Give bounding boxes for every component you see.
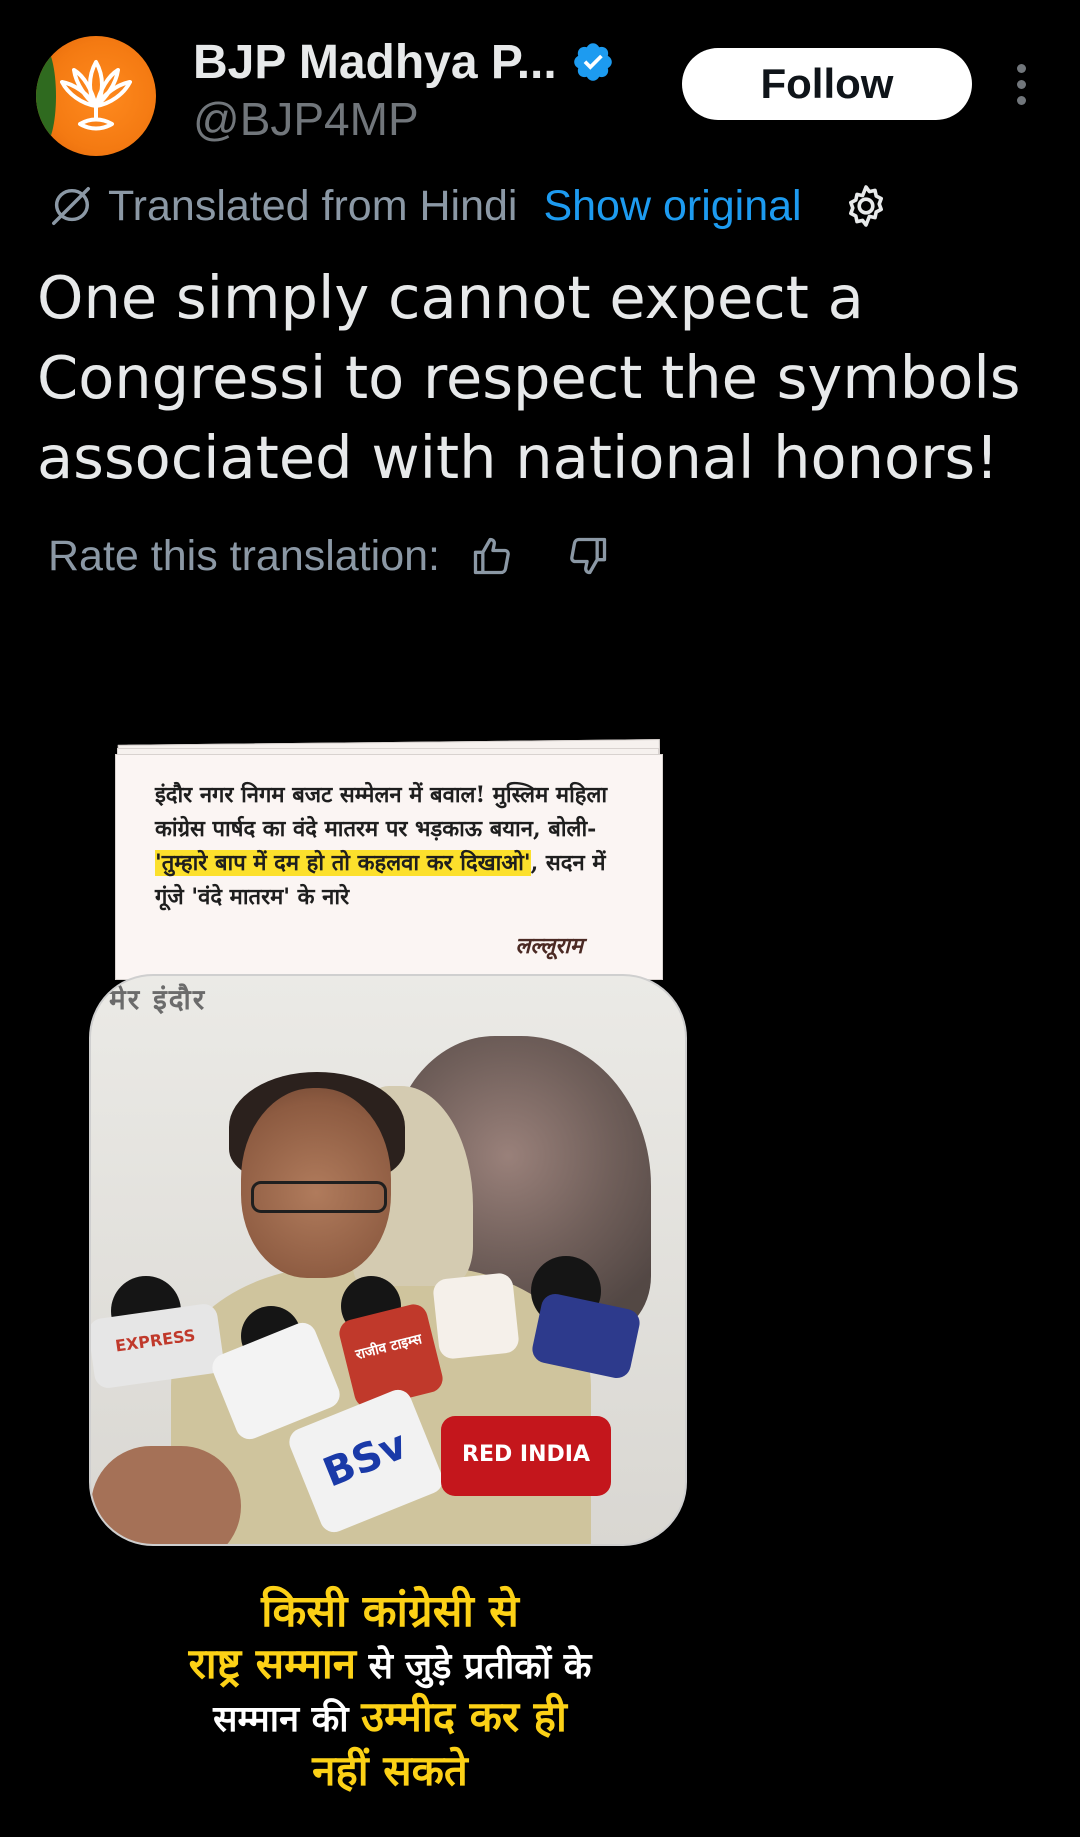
press-conference-image: मेर इंदौर EXPRESS राजीव टाइम्स BSv RED I… [89,974,687,1546]
source-logo: लल्लूराम [515,933,583,959]
translation-bar: Translated from Hindi Show original [48,178,890,234]
rate-translation-row: Rate this translation: [48,526,610,586]
display-name[interactable]: BJP Madhya P... [193,35,557,90]
image-caption: किसी कांग्रेसी से राष्ट्र सम्मान से जुड़… [188,1586,592,1795]
lotus-logo-icon [60,60,132,131]
news-headline: इंदौर नगर निगम बजट सम्मेलन में बवाल! मुस… [155,782,608,910]
gear-icon[interactable] [842,182,890,230]
translate-icon [52,187,90,225]
mic-flag-orange [432,1272,520,1360]
more-options-icon[interactable] [1006,60,1036,110]
name-row: BJP Madhya P... [193,30,615,94]
thumbs-down-icon[interactable] [566,534,610,578]
mic-flag-red-india: RED INDIA [441,1416,611,1496]
tweet-media[interactable]: इंदौर नगर निगम बजट सम्मेलन में बवाल! मुस… [0,700,1080,1837]
translated-from-label: Translated from Hindi [108,181,518,230]
headline-highlight: 'तुम्हारे बाप में दम हो तो कहलवा कर दिखा… [155,850,531,876]
frame-watermark: मेर इंदौर [109,983,207,1016]
tweet-text: One simply cannot expect a Congressi to … [37,263,1021,492]
follow-button[interactable]: Follow [682,48,972,120]
mic-handle [91,1446,241,1544]
avatar-green-edge [36,46,56,146]
thumbs-up-icon[interactable] [470,534,514,578]
handle[interactable]: @BJP4MP [193,92,419,146]
rate-translation-label: Rate this translation: [48,531,440,580]
tweet-header: BJP Madhya P... @BJP4MP Follow [0,0,1080,170]
avatar[interactable] [36,36,156,156]
news-clipping: इंदौर नगर निगम बजट सम्मेलन में बवाल! मुस… [115,739,663,980]
verified-badge-icon [573,43,612,81]
show-original-link[interactable]: Show original [543,182,801,231]
speaker-glasses [251,1181,387,1213]
